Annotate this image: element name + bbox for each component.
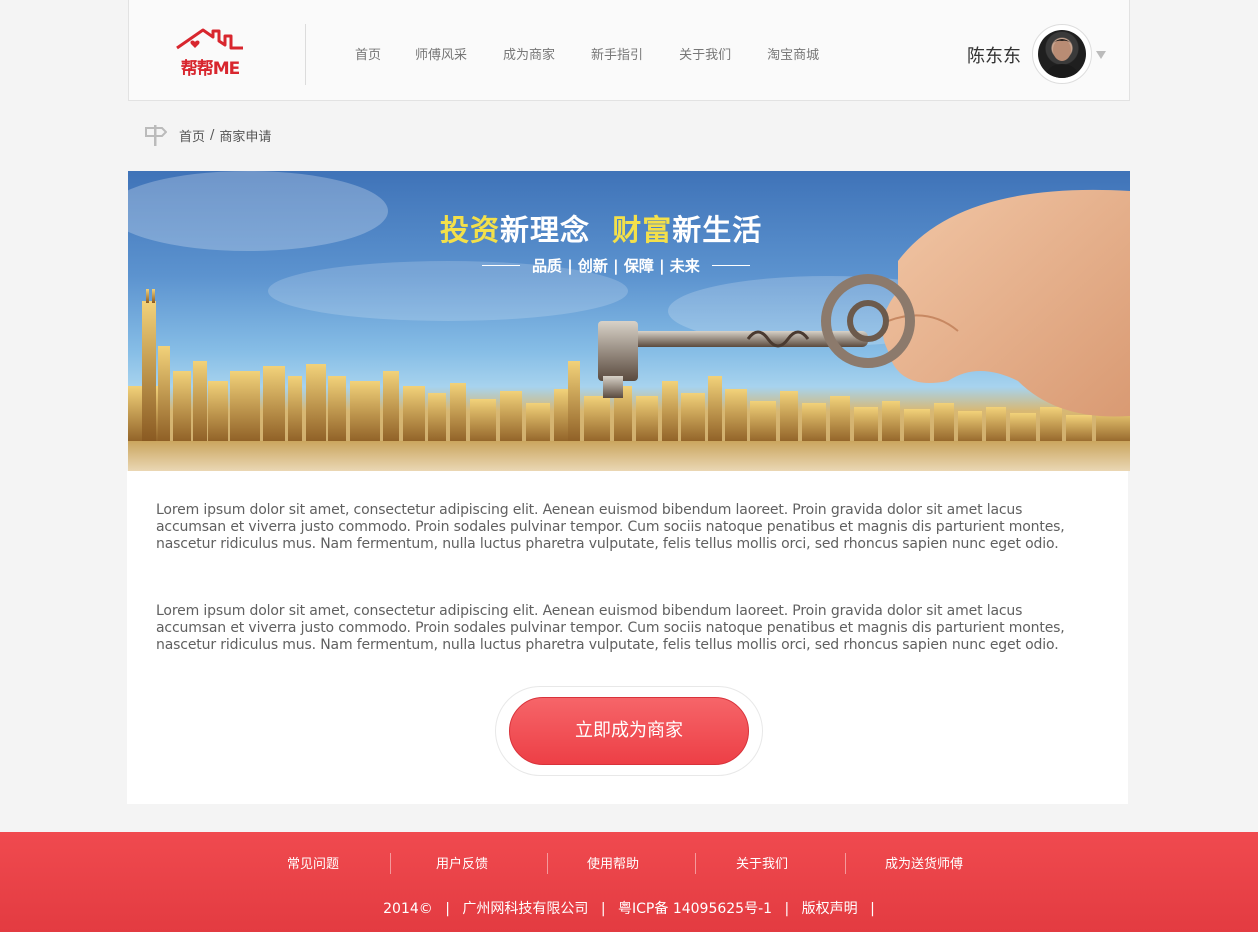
footer-divider [390,853,391,874]
footer-link-become-courier[interactable]: 成为送货师傅 [885,853,963,872]
page: 帮帮ME 首页 师傅风采 成为商家 新手指引 关于我们 淘宝商城 陈东东 首页 … [0,0,1258,932]
footer-year: 2014© [383,901,433,917]
footer-separator: | [784,901,790,917]
footer-link-help[interactable]: 使用帮助 [587,853,639,872]
banner-title-highlight-1: 投资 [440,213,501,247]
avatar[interactable] [1032,24,1092,84]
nav-item-home[interactable]: 首页 [355,44,381,63]
footer-links: 常见问题 用户反馈 使用帮助 关于我们 成为送货师傅 [0,853,1258,875]
user-name[interactable]: 陈东东 [967,42,1021,68]
breadcrumb: 首页 / 商家申请 [145,123,271,147]
footer-copyright[interactable]: 版权声明 [802,901,858,917]
become-merchant-button[interactable]: 立即成为商家 [509,697,749,765]
footer-icp[interactable]: 粤ICP备 14095625号-1 [618,901,772,917]
banner-subtitle-line-right [711,265,750,266]
banner-title-highlight-2: 财富 [612,213,673,247]
cta-ring: 立即成为商家 [495,686,763,776]
breadcrumb-home[interactable]: 首页 [179,126,205,145]
footer-divider [695,853,696,874]
avatar-image [1038,30,1086,78]
nav-item-taobao-mall[interactable]: 淘宝商城 [767,44,819,63]
nav-item-guide[interactable]: 新手指引 [591,44,643,63]
footer-link-feedback[interactable]: 用户反馈 [436,853,488,872]
footer-link-faq[interactable]: 常见问题 [287,853,339,872]
banner-title: 投资新理念 财富新生活 [440,207,762,249]
footer-separator: | [445,901,450,917]
logo-text: 帮帮ME [180,59,241,79]
dropdown-arrow-icon[interactable] [1096,51,1106,59]
footer-company: 广州网科技有限公司 [462,901,589,917]
footer-info: 2014© | 广州网科技有限公司 | 粤ICP备 14095625号-1 | … [0,898,1258,918]
content-panel: Lorem ipsum dolor sit amet, consectetur … [127,471,1128,804]
banner-subtitle-line-left [482,265,520,266]
nav-item-masters[interactable]: 师傅风采 [415,44,467,63]
nav-item-become-merchant[interactable]: 成为商家 [503,44,555,63]
banner-subtitle-text: 品质 | 创新 | 保障 | 未来 [532,257,700,275]
footer-divider [845,853,846,874]
footer-separator: | [600,901,606,917]
intro-paragraph-2: Lorem ipsum dolor sit amet, consectetur … [156,603,1065,653]
footer-separator: | [870,901,875,917]
intro-paragraph-1: Lorem ipsum dolor sit amet, consectetur … [156,502,1065,552]
breadcrumb-separator: / [210,127,215,143]
banner-subtitle: 品质 | 创新 | 保障 | 未来 [470,255,762,276]
banner-title-text-1: 新理念 [500,213,591,247]
logo[interactable]: 帮帮ME [173,26,247,79]
header: 帮帮ME 首页 师傅风采 成为商家 新手指引 关于我们 淘宝商城 陈东东 [128,0,1130,101]
main-nav: 首页 师傅风采 成为商家 新手指引 关于我们 淘宝商城 [355,44,855,63]
signpost-icon [145,125,167,146]
header-divider [305,24,306,85]
nav-item-about[interactable]: 关于我们 [679,44,731,63]
footer: 常见问题 用户反馈 使用帮助 关于我们 成为送货师傅 2014© | 广州网科技… [0,832,1258,932]
house-logo-icon [176,28,243,50]
banner-title-text-2: 新生活 [672,213,763,247]
banner: 投资新理念 财富新生活 品质 | 创新 | 保障 | 未来 [128,171,1130,471]
footer-divider [547,853,548,874]
breadcrumb-current: 商家申请 [219,129,272,145]
footer-link-about[interactable]: 关于我们 [736,853,788,872]
